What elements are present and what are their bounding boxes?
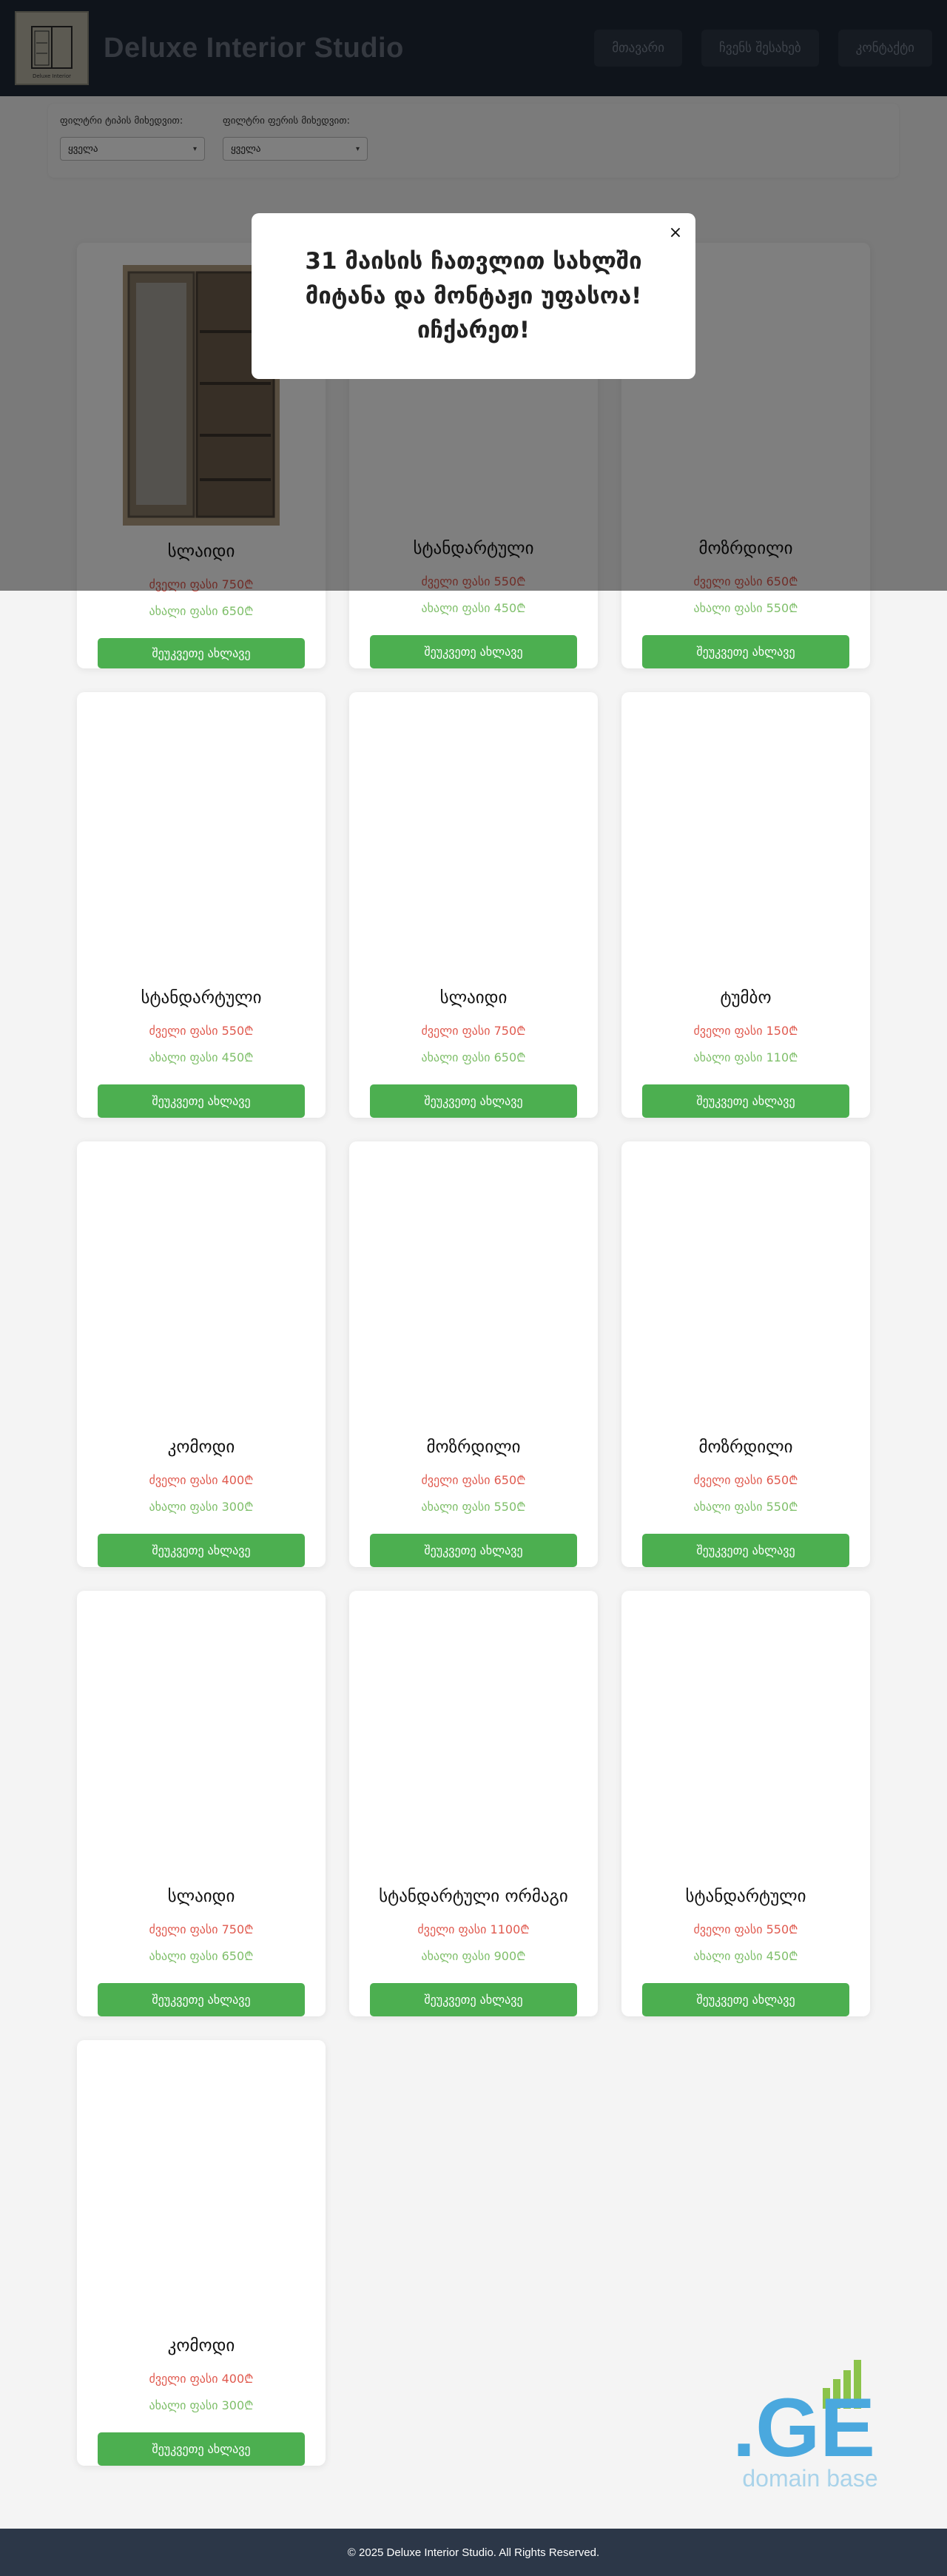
product-title: სტანდარტული	[141, 987, 262, 1007]
new-price: ახალი ფასი 550₾	[421, 1499, 526, 1514]
promo-text: 31 მაისის ჩათვლით სახლში მიტანა და მონტა…	[305, 248, 642, 344]
order-now-button[interactable]: შეუკვეთე ახლავე	[98, 1084, 305, 1118]
product-card: სტანდარტული ძველი ფასი 550₾ ახალი ფასი 450…	[77, 692, 326, 1118]
product-card: მოზრდილი ძველი ფასი 650₾ ახალი ფასი 550₾ შე…	[349, 1141, 598, 1567]
new-price: ახალი ფასი 650₾	[421, 1050, 526, 1064]
new-price: ახალი ფასი 300₾	[149, 2398, 254, 2412]
order-now-button[interactable]: შეუკვეთე ახლავე	[642, 1982, 849, 2016]
order-now-button[interactable]: შეუკვეთე ახლავე	[642, 1533, 849, 1567]
new-price: ახალი ფასი 550₾	[693, 600, 798, 615]
order-now-button[interactable]: შეუკვეთე ახლავე	[98, 2432, 305, 2466]
product-card: სტანდარტული ორმაგი ძველი ფასი 1100₾ ახალი …	[349, 1591, 598, 2016]
product-image[interactable]	[667, 714, 824, 972]
product-image[interactable]	[123, 714, 280, 972]
product-title: სლაიდი	[167, 1886, 235, 1906]
old-price: ძველი ფასი 1100₾	[417, 1922, 530, 1936]
product-image[interactable]	[667, 1164, 824, 1421]
old-price: ძველი ფასი 550₾	[693, 1922, 798, 1936]
order-now-button[interactable]: შეუკვეთე ახლავე	[370, 1084, 577, 1118]
product-title: კომოდი	[167, 1437, 235, 1457]
order-now-button[interactable]: შეუკვეთე ახლავე	[370, 1533, 577, 1567]
order-now-button[interactable]: შეუკვეთე ახლავე	[370, 1982, 577, 2016]
order-now-button[interactable]: შეუკვეთე ახლავე	[642, 634, 849, 668]
old-price: ძველი ფასი 650₾	[693, 1472, 798, 1487]
product-image[interactable]	[123, 1164, 280, 1421]
old-price: ძველი ფასი 150₾	[693, 1023, 798, 1038]
copyright-text: © 2025 Deluxe Interior Studio. All Right…	[347, 2546, 600, 2559]
promo-modal: × 31 მაისის ჩათვლით სახლში მიტანა და მონ…	[252, 213, 695, 379]
order-now-button[interactable]: შეუკვეთე ახლავე	[642, 1084, 849, 1118]
new-price: ახალი ფასი 300₾	[149, 1499, 254, 1514]
product-title: მოზრდილი	[426, 1437, 521, 1457]
product-title: სტანდარტული ორმაგი	[379, 1886, 568, 1906]
order-now-button[interactable]: შეუკვეთე ახლავე	[98, 1533, 305, 1567]
domain-subtitle: domain base	[742, 2465, 878, 2492]
new-price: ახალი ფასი 900₾	[421, 1948, 526, 1963]
product-card: კომოდი ძველი ფასი 400₾ ახალი ფასი 300₾ შეუკ…	[77, 2040, 326, 2466]
old-price: ძველი ფასი 400₾	[149, 1472, 254, 1487]
product-title: მოზრდილი	[698, 1437, 793, 1457]
old-price: ძველი ფასი 400₾	[149, 2371, 254, 2386]
order-now-button[interactable]: შეუკვეთე ახლავე	[98, 1982, 305, 2016]
ge-domain-logo-icon: .GE	[732, 2360, 875, 2474]
product-title: ტუმბო	[720, 987, 772, 1007]
product-image[interactable]	[395, 1613, 552, 1871]
product-image[interactable]	[395, 714, 552, 972]
new-price: ახალი ფასი 550₾	[693, 1499, 798, 1514]
new-price: ახალი ფასი 650₾	[149, 604, 254, 618]
old-price: ძველი ფასი 550₾	[149, 1023, 254, 1038]
product-card: სტანდარტული ძველი ფასი 550₾ ახალი ფასი 450…	[621, 1591, 870, 2016]
site-footer: © 2025 Deluxe Interior Studio. All Right…	[0, 2529, 947, 2576]
product-card: მოზრდილი ძველი ფასი 650₾ ახალი ფასი 550₾ შე…	[621, 1141, 870, 1567]
new-price: ახალი ფასი 450₾	[693, 1948, 798, 1963]
old-price: ძველი ფასი 750₾	[421, 1023, 526, 1038]
order-now-button[interactable]: შეუკვეთე ახლავე	[370, 634, 577, 668]
order-now-button[interactable]: შეუკვეთე ახლავე	[98, 638, 305, 668]
product-image[interactable]	[123, 1613, 280, 1871]
domain-mark: .GE	[732, 2381, 875, 2465]
new-price: ახალი ფასი 110₾	[693, 1050, 798, 1064]
product-image[interactable]	[123, 2062, 280, 2320]
product-title: კომოდი	[167, 2335, 235, 2355]
product-card: კომოდი ძველი ფასი 400₾ ახალი ფასი 300₾ შეუკ…	[77, 1141, 326, 1567]
close-icon[interactable]: ×	[666, 224, 685, 243]
old-price: ძველი ფასი 750₾	[149, 1922, 254, 1936]
product-card: სლაიდი ძველი ფასი 750₾ ახალი ფასი 650₾ შეუკ…	[77, 1591, 326, 2016]
new-price: ახალი ფასი 450₾	[421, 600, 526, 615]
domain-badge[interactable]: .GE domain base	[732, 2354, 895, 2502]
product-image[interactable]	[667, 1613, 824, 1871]
product-image[interactable]	[395, 1164, 552, 1421]
new-price: ახალი ფასი 450₾	[149, 1050, 254, 1064]
product-card: ტუმბო ძველი ფასი 150₾ ახალი ფასი 110₾ შეუკვ…	[621, 692, 870, 1118]
new-price: ახალი ფასი 650₾	[149, 1948, 254, 1963]
product-card: სლაიდი ძველი ფასი 750₾ ახალი ფასი 650₾ შეუკ…	[349, 692, 598, 1118]
old-price: ძველი ფასი 650₾	[421, 1472, 526, 1487]
product-title: სლაიდი	[439, 987, 508, 1007]
product-title: სტანდარტული	[685, 1886, 806, 1906]
